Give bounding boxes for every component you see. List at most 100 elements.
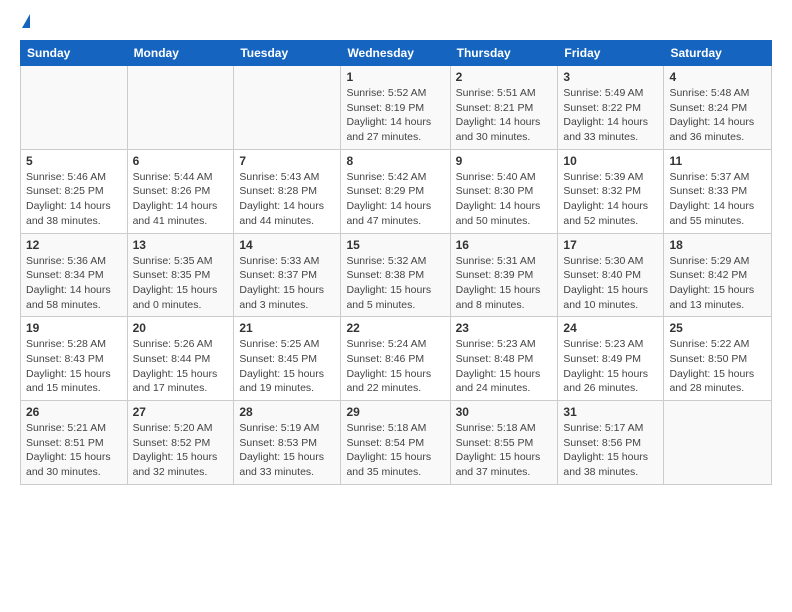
weekday-header-row: Sunday Monday Tuesday Wednesday Thursday…	[21, 41, 772, 66]
calendar-cell	[21, 66, 128, 150]
day-info: Sunrise: 5:51 AMSunset: 8:21 PMDaylight:…	[456, 86, 553, 145]
day-info: Sunrise: 5:40 AMSunset: 8:30 PMDaylight:…	[456, 170, 553, 229]
calendar-cell: 31 Sunrise: 5:17 AMSunset: 8:56 PMDayligh…	[558, 401, 664, 485]
week-row-1: 5Sunrise: 5:46 AMSunset: 8:25 PMDaylight…	[21, 149, 772, 233]
calendar-cell: 23Sunrise: 5:23 AMSunset: 8:48 PMDayligh…	[450, 317, 558, 401]
calendar-cell: 4 Sunrise: 5:48 AMSunset: 8:24 PMDaylight…	[664, 66, 772, 150]
header-friday: Friday	[558, 41, 664, 66]
day-info: Sunrise: 5:36 AMSunset: 8:34 PMDaylight:…	[26, 254, 122, 313]
day-number: 12	[26, 238, 122, 252]
day-number: 10	[563, 154, 658, 168]
calendar-cell: 14 Sunrise: 5:33 AMSunset: 8:37 PMDayligh…	[234, 233, 341, 317]
day-number: 26	[26, 405, 122, 419]
day-number: 2	[456, 70, 553, 84]
day-info: Sunrise: 5:23 AMSunset: 8:49 PMDaylight:…	[563, 337, 658, 396]
day-info: Sunrise: 5:48 AMSunset: 8:24 PMDaylight:…	[669, 86, 766, 145]
calendar-cell: 17 Sunrise: 5:30 AMSunset: 8:40 PMDayligh…	[558, 233, 664, 317]
day-info: Sunrise: 5:44 AMSunset: 8:26 PMDaylight:…	[133, 170, 229, 229]
day-info: Sunrise: 5:39 AMSunset: 8:32 PMDaylight:…	[563, 170, 658, 229]
day-info: Sunrise: 5:46 AMSunset: 8:25 PMDaylight:…	[26, 170, 122, 229]
logo	[20, 16, 30, 30]
week-row-0: 1 Sunrise: 5:52 AMSunset: 8:19 PMDaylight…	[21, 66, 772, 150]
day-number: 17	[563, 238, 658, 252]
calendar-cell: 13 Sunrise: 5:35 AMSunset: 8:35 PMDayligh…	[127, 233, 234, 317]
calendar-cell: 28 Sunrise: 5:19 AMSunset: 8:53 PMDayligh…	[234, 401, 341, 485]
calendar-cell: 24 Sunrise: 5:23 AMSunset: 8:49 PMDayligh…	[558, 317, 664, 401]
day-number: 13	[133, 238, 229, 252]
day-number: 6	[133, 154, 229, 168]
calendar-cell: 25Sunrise: 5:22 AMSunset: 8:50 PMDayligh…	[664, 317, 772, 401]
day-info: Sunrise: 5:32 AMSunset: 8:38 PMDaylight:…	[346, 254, 444, 313]
day-number: 24	[563, 321, 658, 335]
calendar-cell: 10 Sunrise: 5:39 AMSunset: 8:32 PMDayligh…	[558, 149, 664, 233]
day-info: Sunrise: 5:17 AMSunset: 8:56 PMDaylight:…	[563, 421, 658, 480]
day-info: Sunrise: 5:49 AMSunset: 8:22 PMDaylight:…	[563, 86, 658, 145]
calendar-cell: 12 Sunrise: 5:36 AMSunset: 8:34 PMDayligh…	[21, 233, 128, 317]
week-row-3: 19 Sunrise: 5:28 AMSunset: 8:43 PMDayligh…	[21, 317, 772, 401]
calendar-cell: 29 Sunrise: 5:18 AMSunset: 8:54 PMDayligh…	[341, 401, 450, 485]
header-monday: Monday	[127, 41, 234, 66]
calendar-page: Sunday Monday Tuesday Wednesday Thursday…	[0, 0, 792, 501]
calendar-cell: 8Sunrise: 5:42 AMSunset: 8:29 PMDaylight…	[341, 149, 450, 233]
day-info: Sunrise: 5:42 AMSunset: 8:29 PMDaylight:…	[346, 170, 444, 229]
calendar-cell: 15 Sunrise: 5:32 AMSunset: 8:38 PMDayligh…	[341, 233, 450, 317]
calendar-cell	[664, 401, 772, 485]
day-number: 25	[669, 321, 766, 335]
day-info: Sunrise: 5:18 AMSunset: 8:55 PMDaylight:…	[456, 421, 553, 480]
week-row-2: 12 Sunrise: 5:36 AMSunset: 8:34 PMDayligh…	[21, 233, 772, 317]
day-number: 14	[239, 238, 335, 252]
calendar-cell: 5Sunrise: 5:46 AMSunset: 8:25 PMDaylight…	[21, 149, 128, 233]
header-sunday: Sunday	[21, 41, 128, 66]
day-info: Sunrise: 5:26 AMSunset: 8:44 PMDaylight:…	[133, 337, 229, 396]
calendar-cell: 22Sunrise: 5:24 AMSunset: 8:46 PMDayligh…	[341, 317, 450, 401]
calendar-cell	[127, 66, 234, 150]
day-number: 29	[346, 405, 444, 419]
day-number: 28	[239, 405, 335, 419]
calendar-cell: 30 Sunrise: 5:18 AMSunset: 8:55 PMDayligh…	[450, 401, 558, 485]
header	[20, 16, 772, 30]
calendar-cell: 9 Sunrise: 5:40 AMSunset: 8:30 PMDaylight…	[450, 149, 558, 233]
day-info: Sunrise: 5:19 AMSunset: 8:53 PMDaylight:…	[239, 421, 335, 480]
day-number: 4	[669, 70, 766, 84]
day-info: Sunrise: 5:30 AMSunset: 8:40 PMDaylight:…	[563, 254, 658, 313]
day-info: Sunrise: 5:52 AMSunset: 8:19 PMDaylight:…	[346, 86, 444, 145]
header-thursday: Thursday	[450, 41, 558, 66]
calendar-cell: 1 Sunrise: 5:52 AMSunset: 8:19 PMDaylight…	[341, 66, 450, 150]
day-number: 3	[563, 70, 658, 84]
day-info: Sunrise: 5:18 AMSunset: 8:54 PMDaylight:…	[346, 421, 444, 480]
day-number: 15	[346, 238, 444, 252]
day-number: 18	[669, 238, 766, 252]
calendar-cell: 18 Sunrise: 5:29 AMSunset: 8:42 PMDayligh…	[664, 233, 772, 317]
calendar-cell: 19 Sunrise: 5:28 AMSunset: 8:43 PMDayligh…	[21, 317, 128, 401]
calendar-cell: 27 Sunrise: 5:20 AMSunset: 8:52 PMDayligh…	[127, 401, 234, 485]
header-tuesday: Tuesday	[234, 41, 341, 66]
day-number: 23	[456, 321, 553, 335]
calendar-cell: 20 Sunrise: 5:26 AMSunset: 8:44 PMDayligh…	[127, 317, 234, 401]
day-number: 16	[456, 238, 553, 252]
day-info: Sunrise: 5:24 AMSunset: 8:46 PMDaylight:…	[346, 337, 444, 396]
header-saturday: Saturday	[664, 41, 772, 66]
day-info: Sunrise: 5:31 AMSunset: 8:39 PMDaylight:…	[456, 254, 553, 313]
day-info: Sunrise: 5:33 AMSunset: 8:37 PMDaylight:…	[239, 254, 335, 313]
day-number: 11	[669, 154, 766, 168]
day-info: Sunrise: 5:35 AMSunset: 8:35 PMDaylight:…	[133, 254, 229, 313]
day-number: 19	[26, 321, 122, 335]
week-row-4: 26Sunrise: 5:21 AMSunset: 8:51 PMDayligh…	[21, 401, 772, 485]
day-number: 20	[133, 321, 229, 335]
calendar-cell	[234, 66, 341, 150]
day-info: Sunrise: 5:43 AMSunset: 8:28 PMDaylight:…	[239, 170, 335, 229]
day-number: 30	[456, 405, 553, 419]
day-info: Sunrise: 5:25 AMSunset: 8:45 PMDaylight:…	[239, 337, 335, 396]
day-info: Sunrise: 5:28 AMSunset: 8:43 PMDaylight:…	[26, 337, 122, 396]
day-info: Sunrise: 5:29 AMSunset: 8:42 PMDaylight:…	[669, 254, 766, 313]
day-number: 9	[456, 154, 553, 168]
day-number: 27	[133, 405, 229, 419]
calendar-cell: 21Sunrise: 5:25 AMSunset: 8:45 PMDayligh…	[234, 317, 341, 401]
calendar-cell: 6 Sunrise: 5:44 AMSunset: 8:26 PMDaylight…	[127, 149, 234, 233]
day-info: Sunrise: 5:37 AMSunset: 8:33 PMDaylight:…	[669, 170, 766, 229]
header-wednesday: Wednesday	[341, 41, 450, 66]
day-number: 31	[563, 405, 658, 419]
calendar-cell: 7Sunrise: 5:43 AMSunset: 8:28 PMDaylight…	[234, 149, 341, 233]
day-number: 1	[346, 70, 444, 84]
day-info: Sunrise: 5:20 AMSunset: 8:52 PMDaylight:…	[133, 421, 229, 480]
